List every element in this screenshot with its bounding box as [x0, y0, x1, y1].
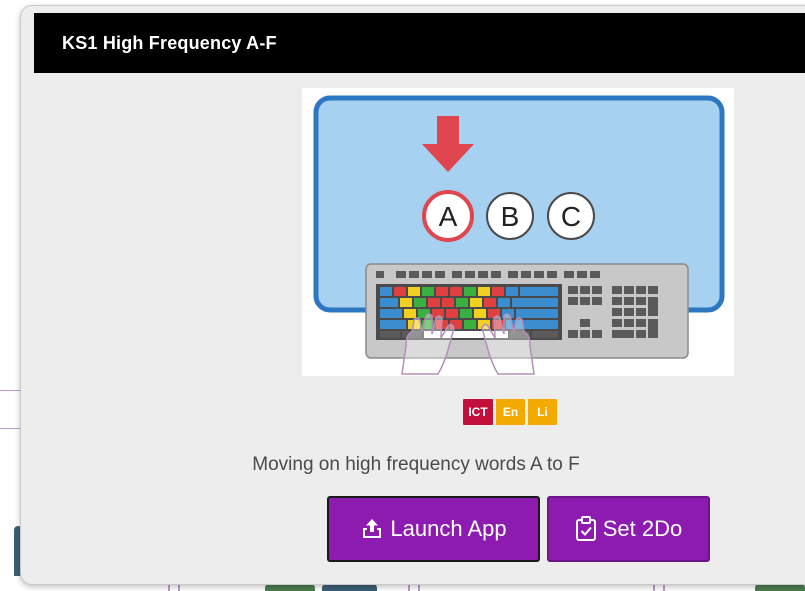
- letter-b-text: B: [501, 201, 520, 232]
- set-2do-label: Set 2Do: [602, 516, 683, 541]
- modal-title: KS1 High Frequency A-F: [62, 32, 277, 53]
- background-divider: [0, 428, 20, 429]
- letter-circle-b: B: [486, 192, 534, 240]
- letter-a-text: A: [439, 201, 458, 232]
- launch-app-label: Launch App: [390, 516, 507, 541]
- modal-header: KS1 High Frequency A-F: [34, 13, 805, 73]
- background-tab: [755, 584, 805, 591]
- app-illustration: A B C: [302, 88, 734, 376]
- clipboard-check-icon: [575, 516, 597, 542]
- badge-li: Li: [528, 399, 557, 425]
- background-tab: [322, 584, 377, 591]
- app-detail-modal: KS1 High Frequency A-F A B C ICT En Li M…: [20, 5, 805, 585]
- launch-app-button[interactable]: Launch App: [327, 496, 540, 562]
- background-divider: [0, 390, 20, 391]
- set-2do-button[interactable]: Set 2Do: [547, 496, 710, 562]
- letter-c-text: C: [561, 201, 581, 232]
- keyboard-screen-illustration: A B C: [313, 95, 725, 375]
- badge-en: En: [496, 399, 525, 425]
- launch-icon: [360, 517, 384, 541]
- app-description: Moving on high frequency words A to F: [252, 454, 580, 475]
- letter-circle-a: A: [422, 190, 474, 242]
- subject-badges: ICT En Li: [463, 399, 557, 425]
- background-tab: [265, 584, 315, 591]
- badge-ict: ICT: [463, 399, 493, 425]
- letter-circle-c: C: [547, 192, 595, 240]
